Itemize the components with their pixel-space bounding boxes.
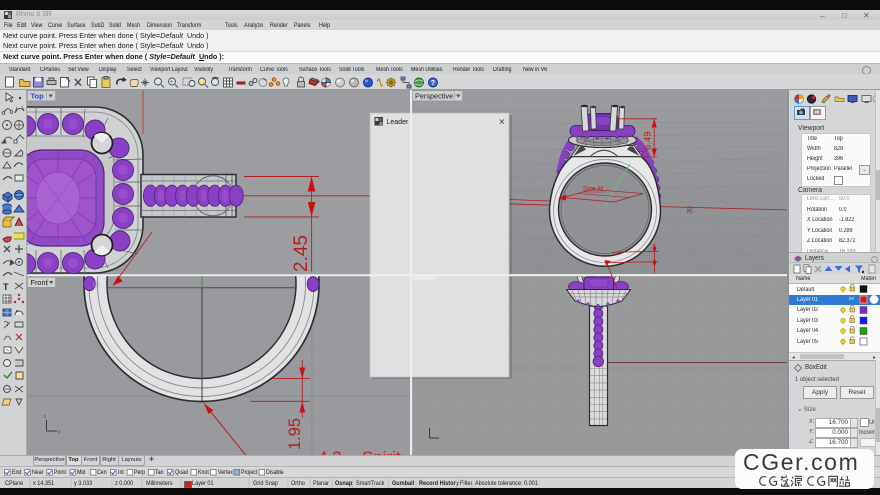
svg-text:4.3: 4.3 [318, 448, 342, 455]
svg-text:T: T [3, 282, 9, 292]
svg-text:2.45: 2.45 [291, 235, 312, 272]
svg-text:✕: ✕ [499, 118, 506, 127]
svg-text:Perspective: Perspective [415, 92, 453, 101]
svg-text:1.95: 1.95 [286, 418, 304, 450]
svg-text:+: + [170, 80, 173, 86]
svg-text:Front: Front [31, 278, 48, 287]
svg-text:30: 30 [687, 206, 694, 214]
svg-text:?: ? [431, 80, 435, 87]
svg-text:Top: Top [31, 92, 45, 101]
svg-text:6.49: 6.49 [643, 132, 654, 151]
svg-text:Spirit: Spirit [362, 448, 401, 455]
svg-text:Leader: Leader [387, 119, 409, 126]
